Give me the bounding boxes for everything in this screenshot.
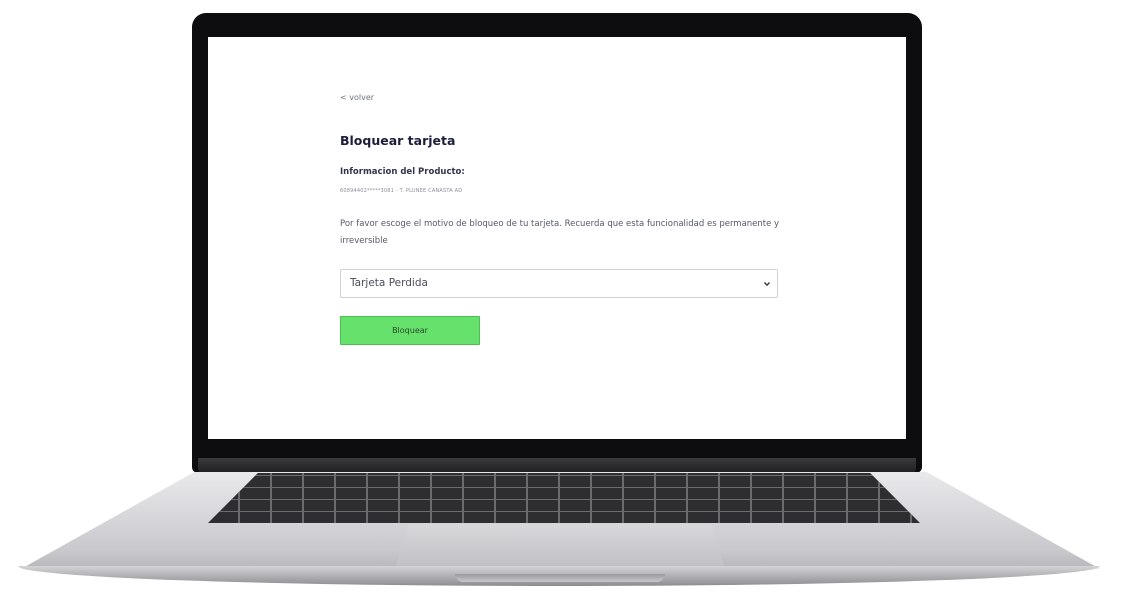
block-card-button[interactable]: Bloquear <box>340 316 480 345</box>
chevron-down-icon <box>764 282 770 287</box>
product-info-title: Informacion del Producto: <box>340 167 465 177</box>
block-reason-value: Tarjeta Perdida <box>350 277 428 289</box>
laptop-notch <box>455 574 665 582</box>
product-number: 60894402*****3081 - T. PLUNEE CANASTA AD <box>340 188 463 194</box>
laptop-screen: < volver Bloquear tarjeta Informacion de… <box>208 37 906 439</box>
page-title: Bloquear tarjeta <box>340 133 456 148</box>
block-reason-select[interactable]: Tarjeta Perdida <box>340 269 778 298</box>
laptop-keyboard <box>208 473 920 523</box>
laptop-hinge <box>198 458 916 474</box>
back-link[interactable]: < volver <box>340 93 374 102</box>
instruction-text: Por favor escoge el motivo de bloqueo de… <box>340 219 780 246</box>
laptop-trackpad <box>395 524 725 568</box>
